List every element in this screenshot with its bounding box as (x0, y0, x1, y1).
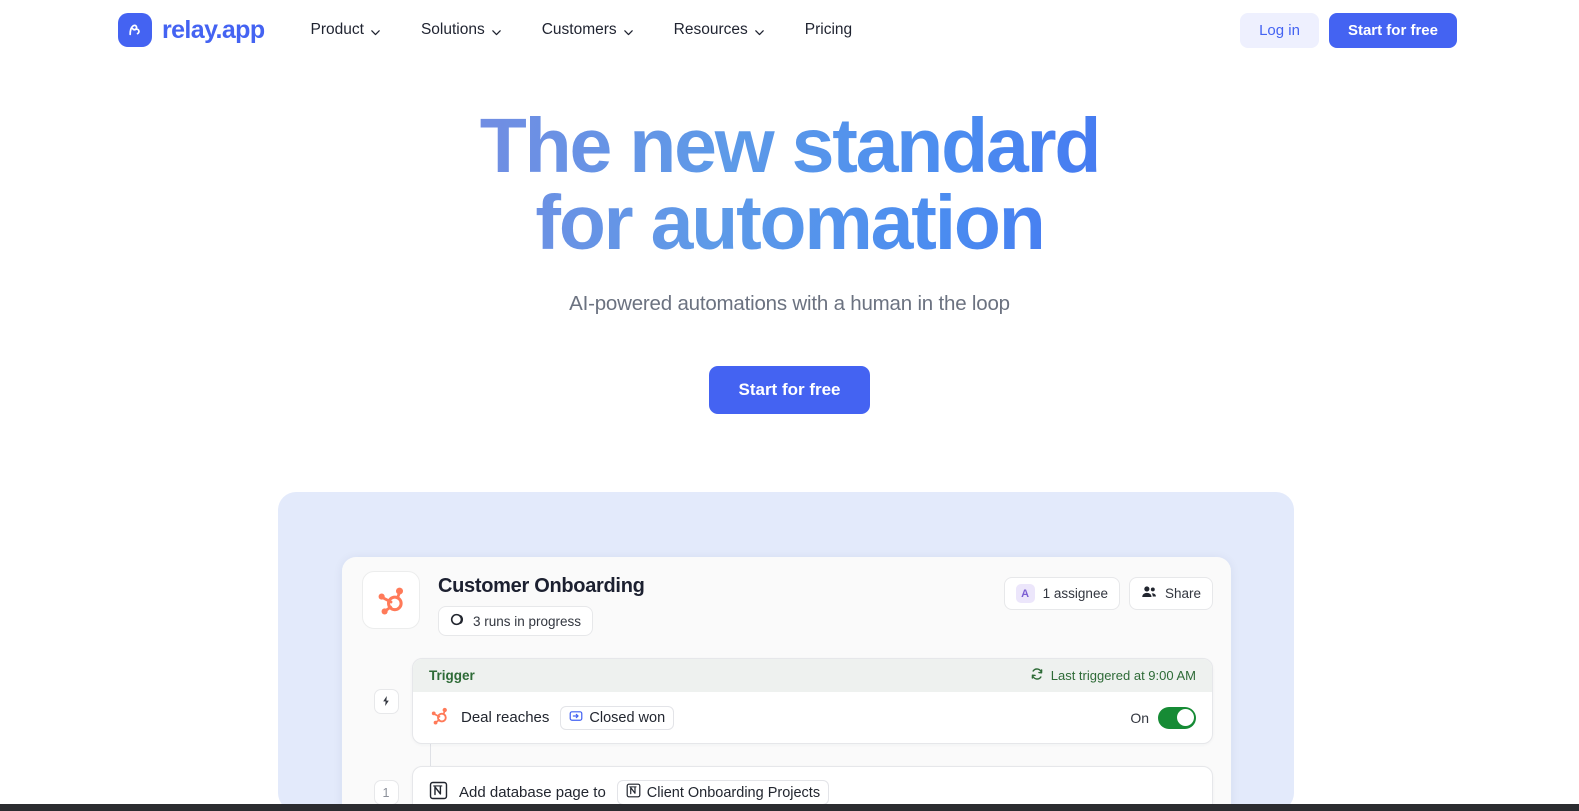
trigger-step-row: Trigger Last triggered at 9:00 AM Deal r… (360, 658, 1231, 744)
brand-name: relay.app (162, 15, 265, 44)
trigger-toggle-label: On (1130, 709, 1149, 726)
browser-bottom-edge (0, 804, 1579, 811)
step-1-text: Add database page to (459, 784, 606, 801)
assignee-label: 1 assignee (1042, 586, 1108, 601)
brand-logo-link[interactable]: relay.app (118, 13, 265, 47)
trigger-stage-label: Closed won (589, 709, 666, 726)
notion-icon (626, 783, 641, 802)
step-1-database-chip[interactable]: Client Onboarding Projects (616, 780, 830, 805)
stage-icon (569, 709, 583, 727)
relay-logo-icon (118, 13, 152, 47)
trigger-node-header: Trigger Last triggered at 9:00 AM (413, 659, 1212, 692)
chevron-down-icon (623, 25, 634, 36)
trigger-toggle-wrapper: On (1130, 706, 1196, 729)
headline-line-2: for automation (535, 180, 1044, 266)
avatar: A (1015, 584, 1035, 603)
workflow-header: Customer Onboarding 3 runs in progress A… (342, 557, 1231, 636)
step-number-badge: 1 (373, 780, 399, 805)
nav-item-pricing[interactable]: Pricing (785, 13, 872, 47)
trigger-node-body: Deal reaches Closed won On (413, 692, 1212, 743)
step-connector-line (430, 744, 431, 766)
runs-in-progress-label: 3 runs in progress (473, 613, 582, 629)
people-icon (1141, 584, 1157, 603)
chevron-down-icon (491, 25, 502, 36)
trigger-last-run-label: Last triggered at 9:00 AM (1050, 668, 1196, 683)
nav-item-resources[interactable]: Resources (654, 13, 785, 47)
workflow-title-block: Customer Onboarding 3 runs in progress (438, 571, 645, 636)
trigger-gutter (360, 658, 412, 744)
nav-item-resources-label: Resources (673, 21, 748, 38)
hero-start-for-free-button[interactable]: Start for free (709, 366, 870, 414)
nav-item-customers[interactable]: Customers (522, 13, 654, 47)
hubspot-icon (362, 571, 420, 629)
nav-actions: Log in Start for free (1240, 12, 1457, 48)
trigger-node[interactable]: Trigger Last triggered at 9:00 AM Deal r… (412, 658, 1213, 744)
workflow-title: Customer Onboarding (438, 575, 645, 597)
workflow-header-actions: A 1 assignee Share (1003, 571, 1213, 610)
step-1-database-label: Client Onboarding Projects (646, 784, 821, 801)
top-navigation-bar: relay.app Product Solutions Customers Re… (0, 0, 1579, 60)
nav-item-solutions-label: Solutions (420, 21, 485, 38)
hero-section: The new standard for automation AI-power… (0, 108, 1579, 414)
nav-item-solutions[interactable]: Solutions (401, 13, 522, 47)
page-title: The new standard for automation (0, 108, 1579, 262)
trigger-stage-chip[interactable]: Closed won (560, 705, 675, 730)
hero-subheadline: AI-powered automations with a human in t… (569, 292, 1010, 315)
refresh-icon (1030, 667, 1044, 684)
trigger-enabled-toggle[interactable] (1158, 706, 1196, 729)
assignee-pill[interactable]: A 1 assignee (1003, 577, 1120, 610)
chevron-down-icon (370, 25, 381, 36)
headline-line-1: The new standard (479, 103, 1100, 189)
nav-item-customers-label: Customers (541, 21, 617, 38)
share-label: Share (1164, 586, 1201, 601)
workflow-app-card: Customer Onboarding 3 runs in progress A… (342, 557, 1231, 811)
trigger-label: Trigger (429, 668, 475, 683)
toggle-knob (1176, 709, 1194, 726)
chevron-down-icon (754, 25, 765, 36)
nav-item-pricing-label: Pricing (804, 21, 853, 38)
nav-links: Product Solutions Customers Resources Pr… (291, 13, 873, 47)
workflow-steps: Trigger Last triggered at 9:00 AM Deal r… (342, 658, 1231, 811)
trigger-text: Deal reaches (461, 709, 550, 726)
hero-cta-wrapper: Start for free (0, 366, 1579, 414)
landing-page: relay.app Product Solutions Customers Re… (0, 0, 1579, 811)
share-button[interactable]: Share (1128, 577, 1213, 610)
lightning-icon (373, 688, 399, 714)
hubspot-icon (429, 705, 450, 730)
progress-circle-icon (450, 612, 465, 630)
product-demo-showcase: Customer Onboarding 3 runs in progress A… (278, 492, 1294, 811)
notion-icon (429, 781, 448, 804)
runs-in-progress-chip[interactable]: 3 runs in progress (438, 606, 594, 636)
trigger-last-run: Last triggered at 9:00 AM (1030, 667, 1196, 684)
nav-item-product-label: Product (310, 21, 364, 38)
signup-button[interactable]: Start for free (1328, 12, 1457, 48)
nav-item-product[interactable]: Product (291, 13, 401, 47)
login-button[interactable]: Log in (1240, 12, 1319, 48)
